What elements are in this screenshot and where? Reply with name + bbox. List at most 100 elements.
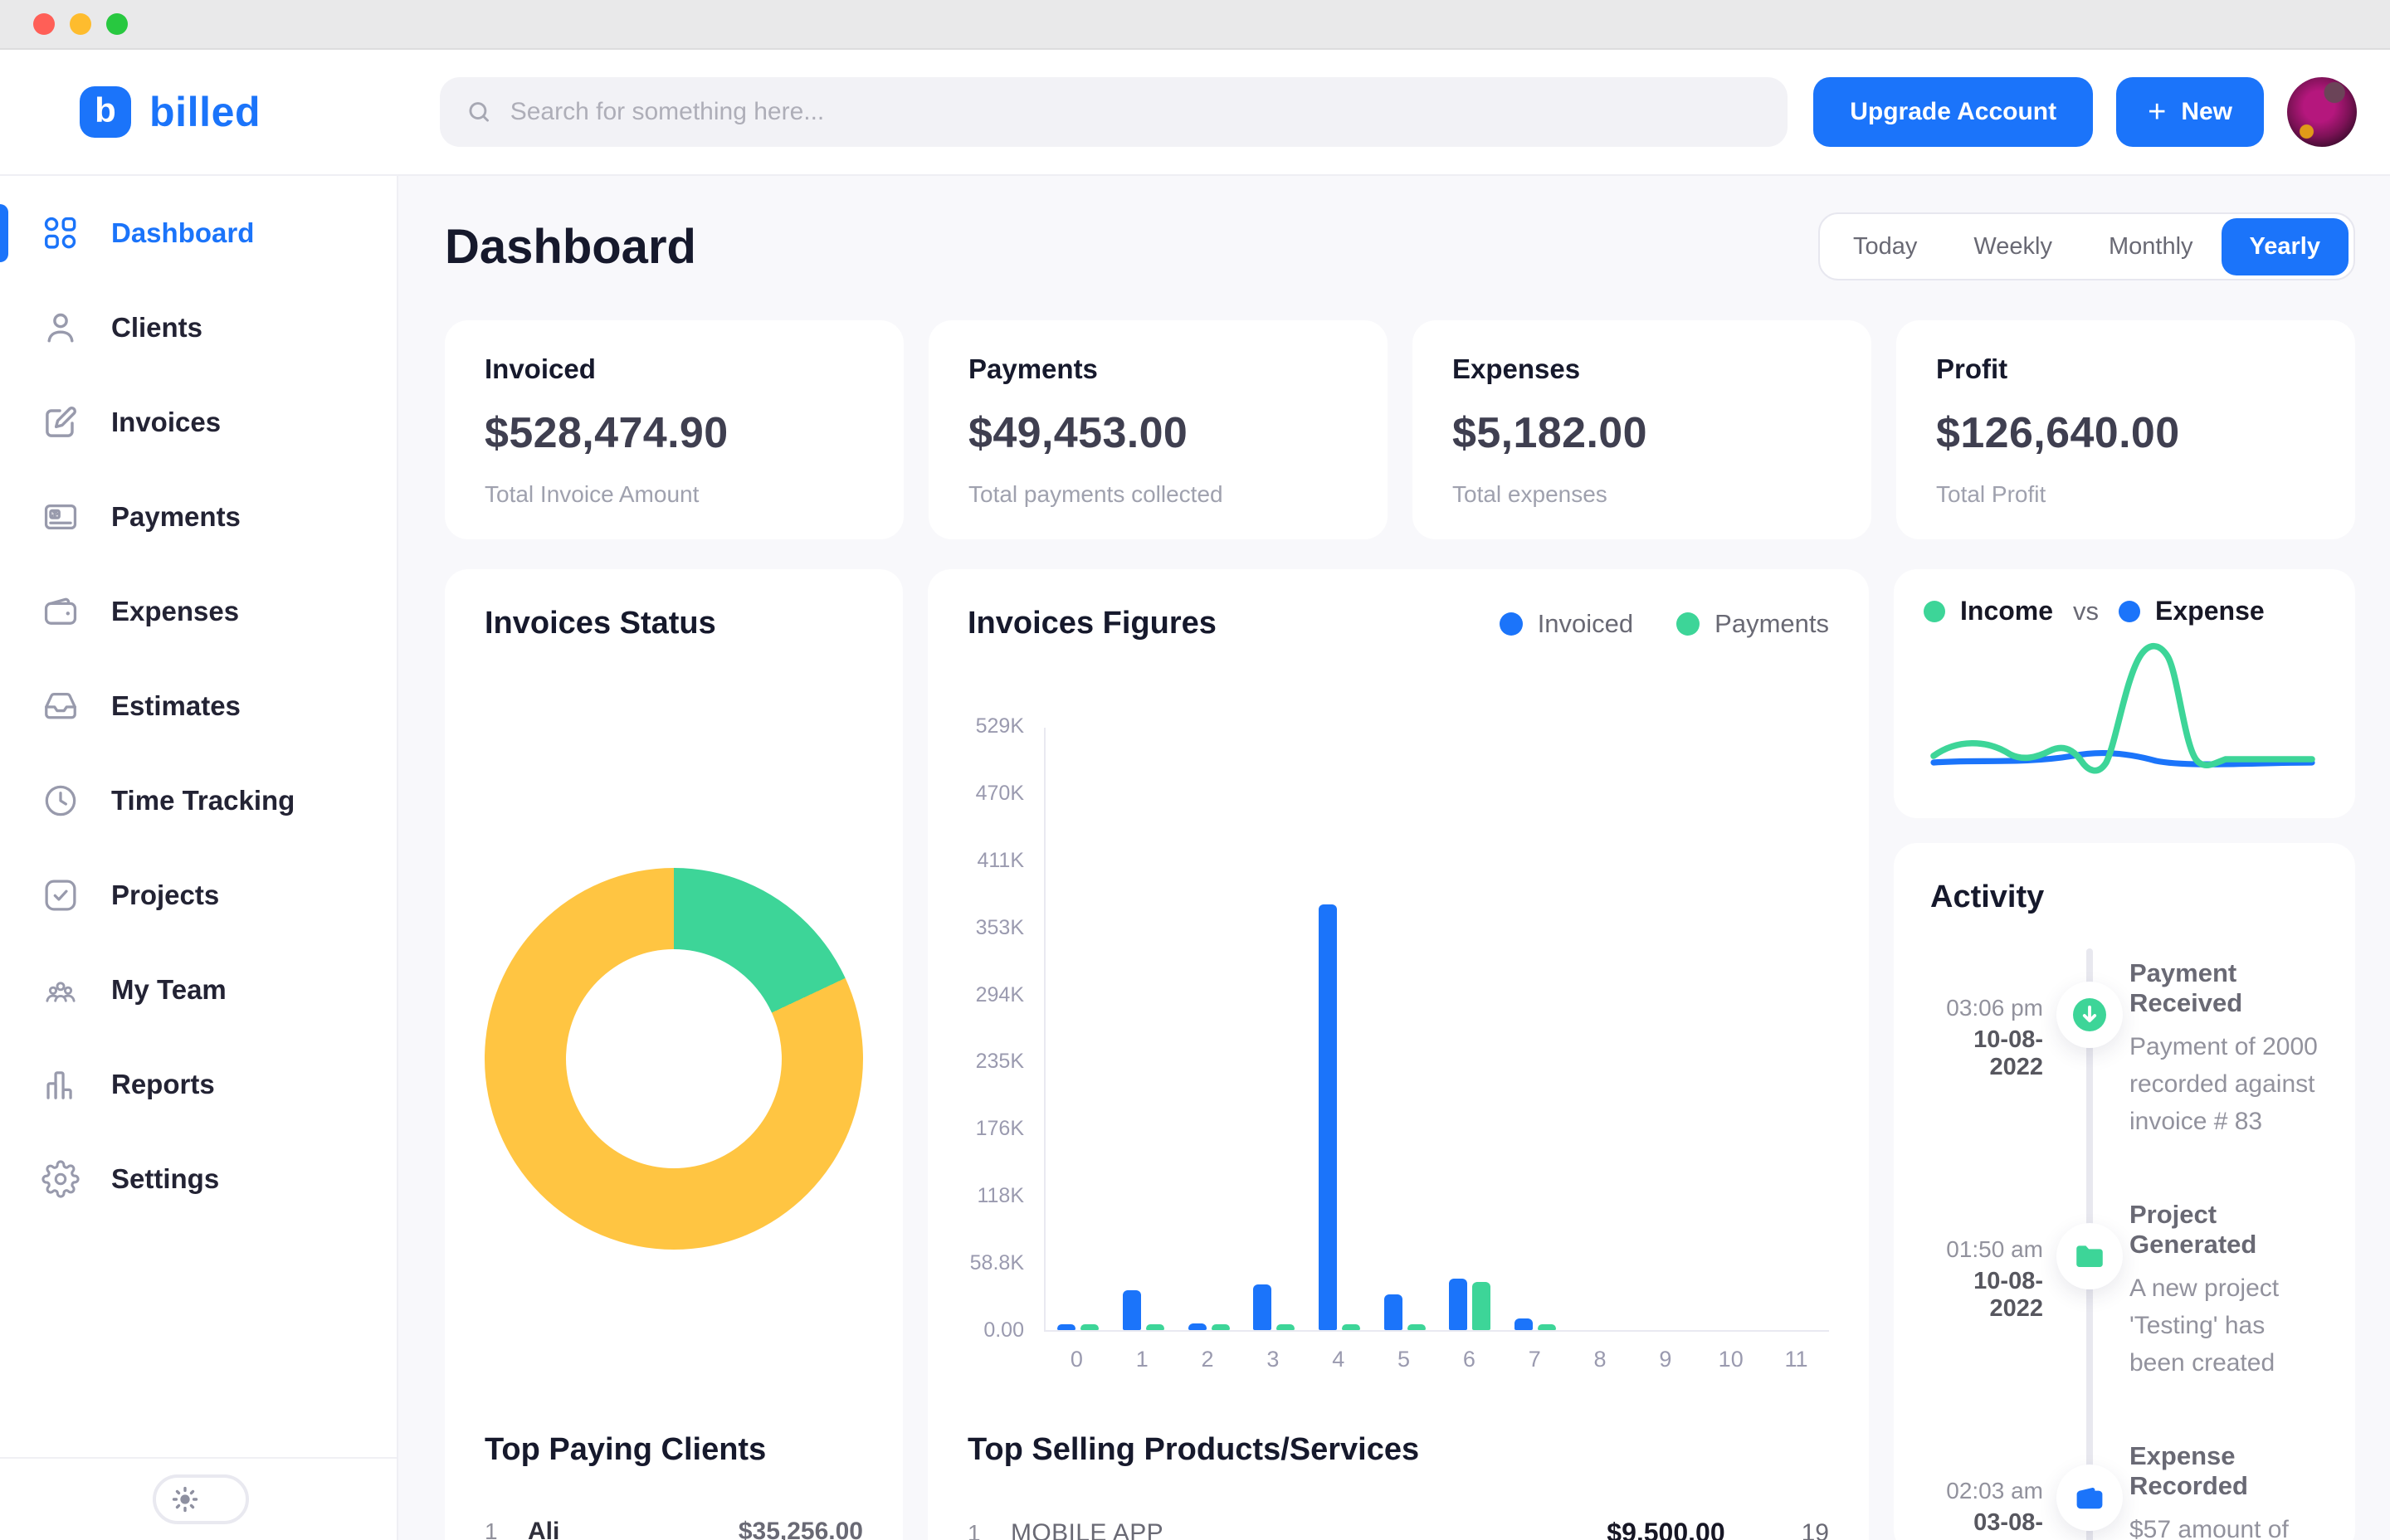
client-rank: 1	[485, 1518, 528, 1540]
close-window-button[interactable]	[33, 13, 55, 35]
stat-value: $528,474.90	[485, 408, 864, 458]
income-expense-card: Income vs Expense	[1894, 569, 2355, 818]
invoiced-legend-dot	[1500, 612, 1523, 636]
stat-caption: Total expenses	[1452, 481, 1832, 508]
activity-item-title: Project Generated	[2129, 1200, 2319, 1260]
folder-icon	[2071, 1238, 2108, 1274]
activity-item: 03:06 pm 10-08-2022 Payment Received Pa	[1930, 958, 2319, 1140]
minimize-window-button[interactable]	[70, 13, 91, 35]
plus-icon: +	[2148, 96, 2166, 128]
product-rank: 1	[968, 1520, 1011, 1540]
stat-title: Invoiced	[485, 353, 864, 385]
tab-yearly[interactable]: Yearly	[2222, 218, 2349, 275]
app-logo[interactable]: b billed	[0, 86, 398, 138]
user-avatar[interactable]	[2287, 77, 2357, 147]
top-paying-clients-card: Top Paying Clients 1 Ali $35,256.00	[445, 1396, 903, 1540]
arrow-down-circle-icon	[2070, 995, 2110, 1035]
dashboard-grid-icon	[41, 214, 80, 252]
sidebar-item-time-tracking[interactable]: Time Tracking	[0, 753, 397, 848]
stat-title: Expenses	[1452, 353, 1832, 385]
sun-icon	[171, 1485, 199, 1513]
stats-row: Invoiced $528,474.90 Total Invoice Amoun…	[445, 320, 2355, 539]
sidebar-item-clients[interactable]: Clients	[0, 280, 397, 375]
sidebar-item-label: Estimates	[111, 690, 241, 722]
new-button-label: New	[2181, 98, 2232, 126]
activity-badge	[2056, 1223, 2123, 1289]
activity-timeline: 03:06 pm 10-08-2022 Payment Received Pa	[1930, 958, 2319, 1540]
sidebar-item-label: Time Tracking	[111, 785, 295, 816]
sidebar-footer	[0, 1457, 397, 1540]
tab-weekly[interactable]: Weekly	[1945, 222, 2080, 272]
stat-card-payments: Payments $49,453.00 Total payments colle…	[929, 320, 1388, 539]
period-switcher: Today Weekly Monthly Yearly	[1818, 212, 2355, 280]
sidebar-item-label: Projects	[111, 880, 219, 911]
inbox-icon	[41, 687, 80, 725]
activity-card: Activity 03:06 pm 10-08-2022	[1894, 843, 2355, 1540]
client-row[interactable]: 1 Ali $35,256.00	[485, 1518, 863, 1540]
sidebar-item-settings[interactable]: Settings	[0, 1132, 397, 1226]
invoices-figures-card: Invoices Figures Invoiced Payments 529K4…	[928, 569, 1869, 1540]
activity-time: 02:03 am	[1930, 1478, 2043, 1504]
topbar-actions: Upgrade Account + New	[1813, 77, 2357, 147]
new-button[interactable]: + New	[2116, 77, 2264, 147]
activity-item-body: $57 amount of expense has been recorded	[2129, 1511, 2319, 1540]
logo-wordmark: billed	[149, 88, 261, 136]
sidebar-item-invoices[interactable]: Invoices	[0, 375, 397, 470]
logo-mark-icon: b	[80, 86, 131, 138]
page-title: Dashboard	[445, 219, 696, 275]
window-titlebar	[0, 0, 2390, 50]
sidebar-item-payments[interactable]: Payments	[0, 470, 397, 564]
sidebar-item-reports[interactable]: Reports	[0, 1037, 397, 1132]
activity-time: 01:50 am	[1930, 1236, 2043, 1263]
product-amount: $9,500.00	[1607, 1518, 1724, 1540]
activity-title: Activity	[1930, 880, 2319, 915]
payments-legend-dot	[1676, 612, 1700, 636]
activity-time: 03:06 pm	[1930, 995, 2043, 1021]
expense-legend-dot	[2119, 601, 2140, 622]
sidebar-item-projects[interactable]: Projects	[0, 848, 397, 943]
maximize-window-button[interactable]	[106, 13, 128, 35]
users-icon	[41, 971, 80, 1009]
sidebar-item-label: Expenses	[111, 596, 239, 627]
wallet-icon	[41, 592, 80, 631]
product-quantity: 19	[1802, 1519, 1829, 1540]
sidebar-item-label: Reports	[111, 1069, 215, 1100]
sidebar-item-dashboard[interactable]: Dashboard	[0, 186, 397, 280]
activity-item-title: Payment Received	[2129, 958, 2319, 1018]
invoiced-legend-label: Invoiced	[1538, 609, 1633, 639]
income-expense-legend: Income vs Expense	[1924, 596, 2325, 626]
invoices-status-title: Invoices Status	[485, 606, 863, 641]
stat-title: Profit	[1936, 353, 2315, 385]
search-icon	[465, 97, 494, 127]
wallet-filled-icon	[2071, 1479, 2108, 1516]
activity-date: 03-08-2022	[1930, 1509, 2043, 1540]
payments-legend-label: Payments	[1714, 609, 1829, 639]
top-selling-products-card: Top Selling Products/Services 1 MOBILE A…	[928, 1396, 1869, 1540]
theme-toggle[interactable]	[153, 1474, 249, 1524]
bar-x-labels: 01234567891011	[1044, 1347, 1829, 1372]
sidebar-item-expenses[interactable]: Expenses	[0, 564, 397, 659]
activity-item-body: A new project 'Testing' has been created	[2129, 1270, 2319, 1382]
client-name: Ali	[528, 1518, 559, 1540]
search-bar[interactable]	[440, 77, 1788, 147]
sidebar-item-my-team[interactable]: My Team	[0, 943, 397, 1037]
activity-item-title: Expense Recorded	[2129, 1441, 2319, 1501]
bar-chart-icon	[41, 1065, 80, 1104]
product-row[interactable]: 1 MOBILE APP $9,500.00 19	[968, 1518, 1829, 1540]
bar-y-axis: 529K470K411K353K294K235K176K118K58.8K0.0…	[968, 728, 1044, 1332]
sidebar-item-estimates[interactable]: Estimates	[0, 659, 397, 753]
tab-today[interactable]: Today	[1825, 222, 1945, 272]
user-icon	[41, 309, 80, 347]
invoices-status-card: Invoices Status Paid Outstanding	[445, 569, 903, 1540]
activity-item-body: Payment of 2000 recorded against invoice…	[2129, 1028, 2319, 1140]
search-input[interactable]	[510, 98, 1763, 126]
main-content: Dashboard Today Weekly Monthly Yearly In…	[398, 176, 2390, 1540]
stat-value: $126,640.00	[1936, 408, 2315, 458]
sidebar-item-label: Clients	[111, 312, 202, 344]
stat-title: Payments	[968, 353, 1348, 385]
activity-date: 10-08-2022	[1930, 1026, 2043, 1081]
upgrade-account-button[interactable]: Upgrade Account	[1813, 77, 2093, 147]
tab-monthly[interactable]: Monthly	[2080, 222, 2222, 272]
sidebar: Dashboard Clients Invoices Payments Expe…	[0, 176, 398, 1540]
credit-card-icon	[41, 498, 80, 536]
